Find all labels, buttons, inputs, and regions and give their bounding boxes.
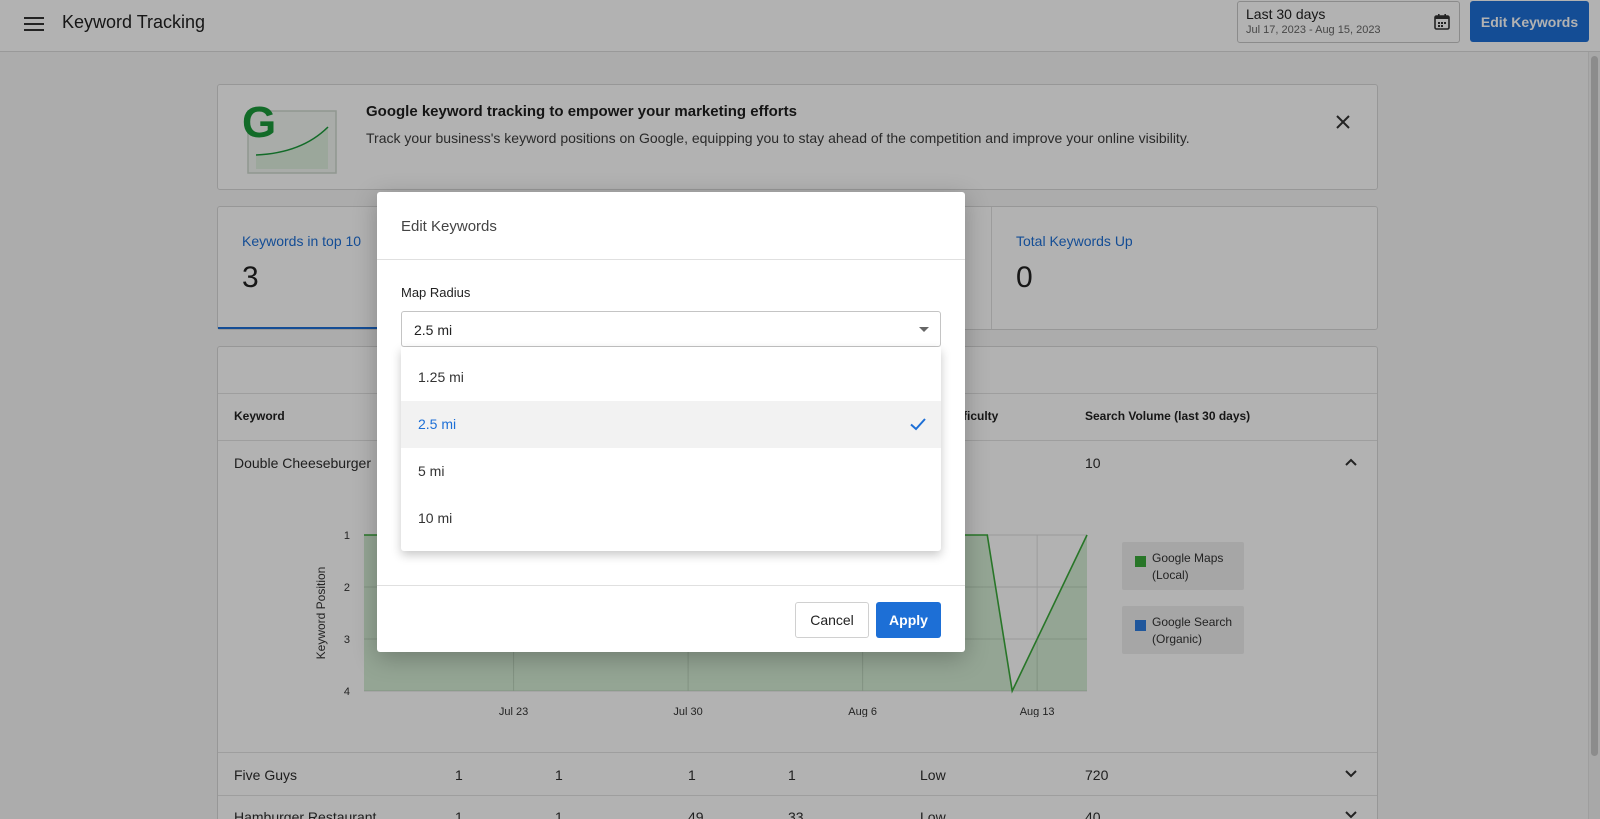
option-label: 10 mi: [418, 510, 453, 526]
cancel-button[interactable]: Cancel: [795, 602, 869, 638]
map-radius-dropdown: 1.25 mi 2.5 mi 5 mi 10 mi: [401, 347, 941, 551]
dialog-divider: [377, 259, 965, 260]
edit-keywords-dialog: Edit Keywords Map Radius 2.5 mi 1.25 mi …: [377, 192, 965, 652]
option-1-25-mi[interactable]: 1.25 mi: [401, 354, 941, 401]
checkmark-icon: [910, 418, 926, 431]
map-radius-selected-value: 2.5 mi: [414, 322, 453, 338]
option-label: 1.25 mi: [418, 369, 464, 385]
dialog-divider: [377, 585, 965, 586]
option-10-mi[interactable]: 10 mi: [401, 495, 941, 542]
map-radius-label: Map Radius: [401, 285, 471, 300]
option-label: 2.5 mi: [418, 416, 457, 432]
apply-button[interactable]: Apply: [876, 602, 941, 638]
map-radius-select[interactable]: 2.5 mi: [401, 311, 941, 347]
option-label: 5 mi: [418, 463, 445, 479]
option-5-mi[interactable]: 5 mi: [401, 448, 941, 495]
dialog-title: Edit Keywords: [401, 218, 497, 235]
option-2-5-mi[interactable]: 2.5 mi: [401, 401, 941, 448]
caret-down-icon: [919, 327, 929, 332]
